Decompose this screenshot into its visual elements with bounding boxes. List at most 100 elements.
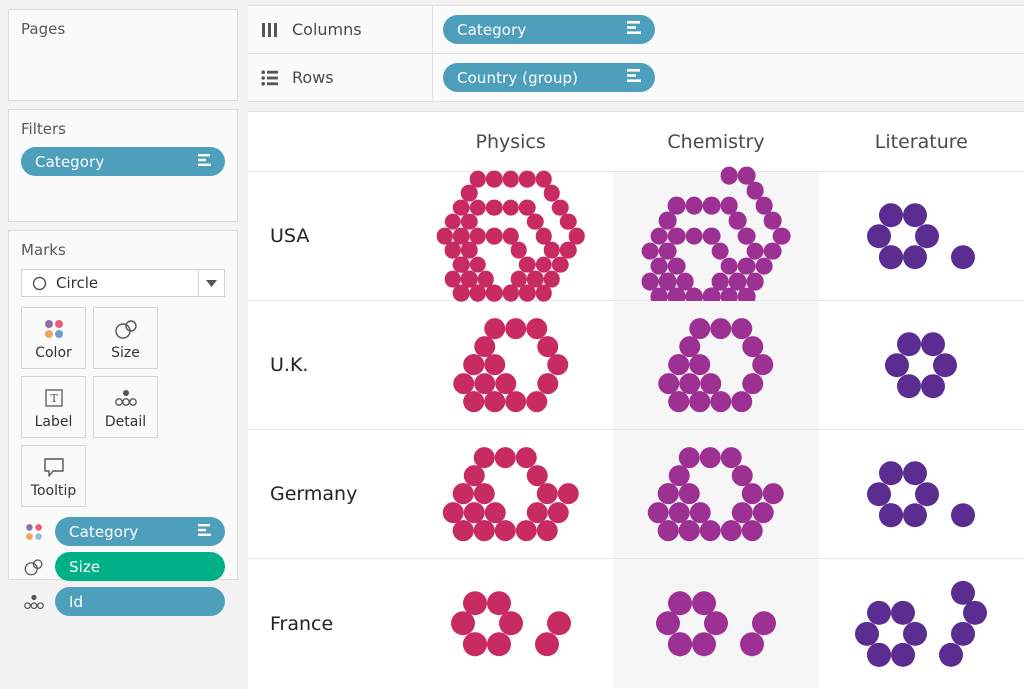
mark-circle[interactable] [461,185,478,202]
mark-circle[interactable] [721,447,742,468]
mark-circle[interactable] [526,391,547,412]
mark-circle[interactable] [685,227,703,245]
mark-circle[interactable] [951,580,975,604]
mark-circle[interactable] [773,227,791,245]
mark-circle[interactable] [568,228,585,245]
mark-circle[interactable] [486,285,503,302]
mark-circle[interactable] [742,520,763,541]
mark-circle[interactable] [867,224,891,248]
mark-circle[interactable] [463,354,484,375]
mark-circle[interactable] [764,212,782,230]
mark-circle[interactable] [897,374,921,398]
mark-circle[interactable] [879,503,903,527]
mark-type-selector[interactable]: Circle [21,269,225,297]
mark-circle[interactable] [560,242,577,259]
cell-literature-germany[interactable] [819,430,1024,558]
mark-circle[interactable] [703,227,721,245]
mark-circle[interactable] [915,224,939,248]
column-header-literature[interactable]: Literature [819,112,1024,171]
mark-circle[interactable] [963,601,987,625]
mark-circle[interactable] [656,612,680,636]
sort-descending-icon[interactable] [626,68,643,87]
cell-physics-germany[interactable] [408,430,613,558]
mark-circle[interactable] [552,256,569,273]
mark-circle[interactable] [742,483,763,504]
mark-circle[interactable] [703,197,721,215]
mark-circle[interactable] [668,632,692,656]
mark-circle[interactable] [516,447,537,468]
mark-circle[interactable] [484,391,505,412]
mark-circle[interactable] [903,461,927,485]
mark-circle[interactable] [753,354,774,375]
mark-circle[interactable] [502,199,519,216]
mark-circle[interactable] [740,632,764,656]
mark-circle[interactable] [486,171,503,188]
marks-pill-category[interactable]: Category [55,517,225,546]
mark-circle[interactable] [451,612,475,636]
mark-circle[interactable] [537,336,558,357]
mark-circle[interactable] [939,643,963,667]
row-header-u-k[interactable]: U.K. [248,301,408,429]
mark-circle[interactable] [704,612,728,636]
mark-circle[interactable] [903,503,927,527]
mark-circle[interactable] [552,199,569,216]
mark-circle[interactable] [679,483,700,504]
mark-circle[interactable] [692,632,716,656]
mark-circle[interactable] [519,199,536,216]
mark-circle[interactable] [453,285,470,302]
mark-circle[interactable] [537,373,558,394]
mark-circle[interactable] [453,483,474,504]
cell-chemistry-germany[interactable] [613,430,818,558]
mark-circle[interactable] [897,332,921,356]
mark-circle[interactable] [474,483,495,504]
mark-circle[interactable] [720,167,738,185]
mark-circle[interactable] [535,171,552,188]
mark-circle[interactable] [738,227,756,245]
mark-circle[interactable] [867,482,891,506]
mark-circle[interactable] [685,197,703,215]
rows-shelf[interactable]: Rows Country (group) [248,54,1024,102]
cell-physics-usa[interactable] [408,172,613,300]
mark-circle[interactable] [747,273,765,291]
mark-circle[interactable] [535,632,559,656]
column-header-physics[interactable]: Physics [408,112,613,171]
marks-button-size[interactable]: Size [93,307,158,369]
mark-circle[interactable] [742,336,763,357]
mark-circle[interactable] [903,245,927,269]
mark-circle[interactable] [502,228,519,245]
row-header-usa[interactable]: USA [248,172,408,300]
mark-circle[interactable] [502,171,519,188]
mark-circle[interactable] [474,520,495,541]
mark-circle[interactable] [511,242,528,259]
marks-button-label[interactable]: T Label [21,376,86,438]
mark-circle[interactable] [755,258,773,276]
mark-circle[interactable] [537,520,558,541]
mark-circle[interactable] [903,203,927,227]
mark-circle[interactable] [763,483,784,504]
mark-circle[interactable] [463,591,487,615]
mark-circle[interactable] [486,199,503,216]
mark-circle[interactable] [879,203,903,227]
mark-circle[interactable] [885,353,909,377]
mark-circle[interactable] [752,612,776,636]
marks-button-detail[interactable]: Detail [93,376,158,438]
mark-circle[interactable] [484,354,505,375]
mark-circle[interactable] [499,612,523,636]
mark-circle[interactable] [502,285,519,302]
mark-circle[interactable] [659,212,677,230]
mark-circle[interactable] [516,520,537,541]
mark-circle[interactable] [721,520,742,541]
mark-circle[interactable] [495,447,516,468]
mark-circle[interactable] [658,520,679,541]
mark-circle[interactable] [720,197,738,215]
cell-literature-usa[interactable] [819,172,1024,300]
row-header-germany[interactable]: Germany [248,430,408,558]
mark-circle[interactable] [487,591,511,615]
mark-circle[interactable] [669,354,690,375]
columns-pill-category[interactable]: Category [443,15,655,44]
mark-circle[interactable] [921,332,945,356]
mark-circle[interactable] [547,612,571,636]
mark-circle[interactable] [544,271,561,288]
mark-circle[interactable] [732,465,753,486]
cell-literature-france[interactable] [819,559,1024,688]
